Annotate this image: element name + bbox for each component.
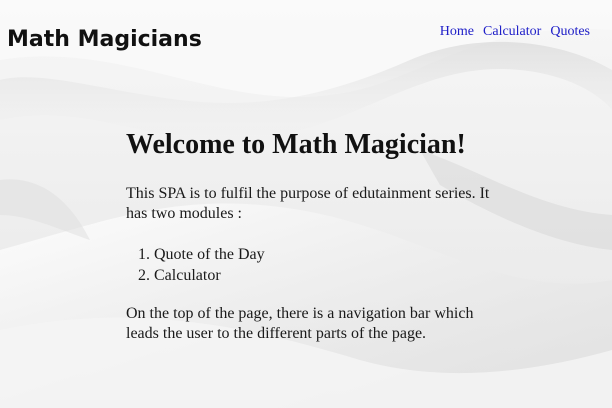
nav-link-calculator[interactable]: Calculator xyxy=(483,24,541,40)
modules-list: Quote of the Day Calculator xyxy=(126,244,496,286)
intro-paragraph: This SPA is to fulfil the purpose of edu… xyxy=(126,185,490,222)
nav-bar: Home Calculator Quotes xyxy=(440,24,590,40)
nav-link-home[interactable]: Home xyxy=(440,24,474,40)
nav-link-quotes[interactable]: Quotes xyxy=(550,24,590,40)
list-item-calculator: Calculator xyxy=(154,265,496,286)
main-content: Welcome to Math Magician! This SPA is to… xyxy=(126,128,496,344)
list-item-quote: Quote of the Day xyxy=(154,244,496,265)
brand-title: Math Magicians xyxy=(7,27,202,52)
header: Math Magicians Home Calculator Quotes xyxy=(0,0,612,70)
outro-paragraph: On the top of the page, there is a navig… xyxy=(126,305,474,342)
page-title: Welcome to Math Magician! xyxy=(126,129,466,160)
